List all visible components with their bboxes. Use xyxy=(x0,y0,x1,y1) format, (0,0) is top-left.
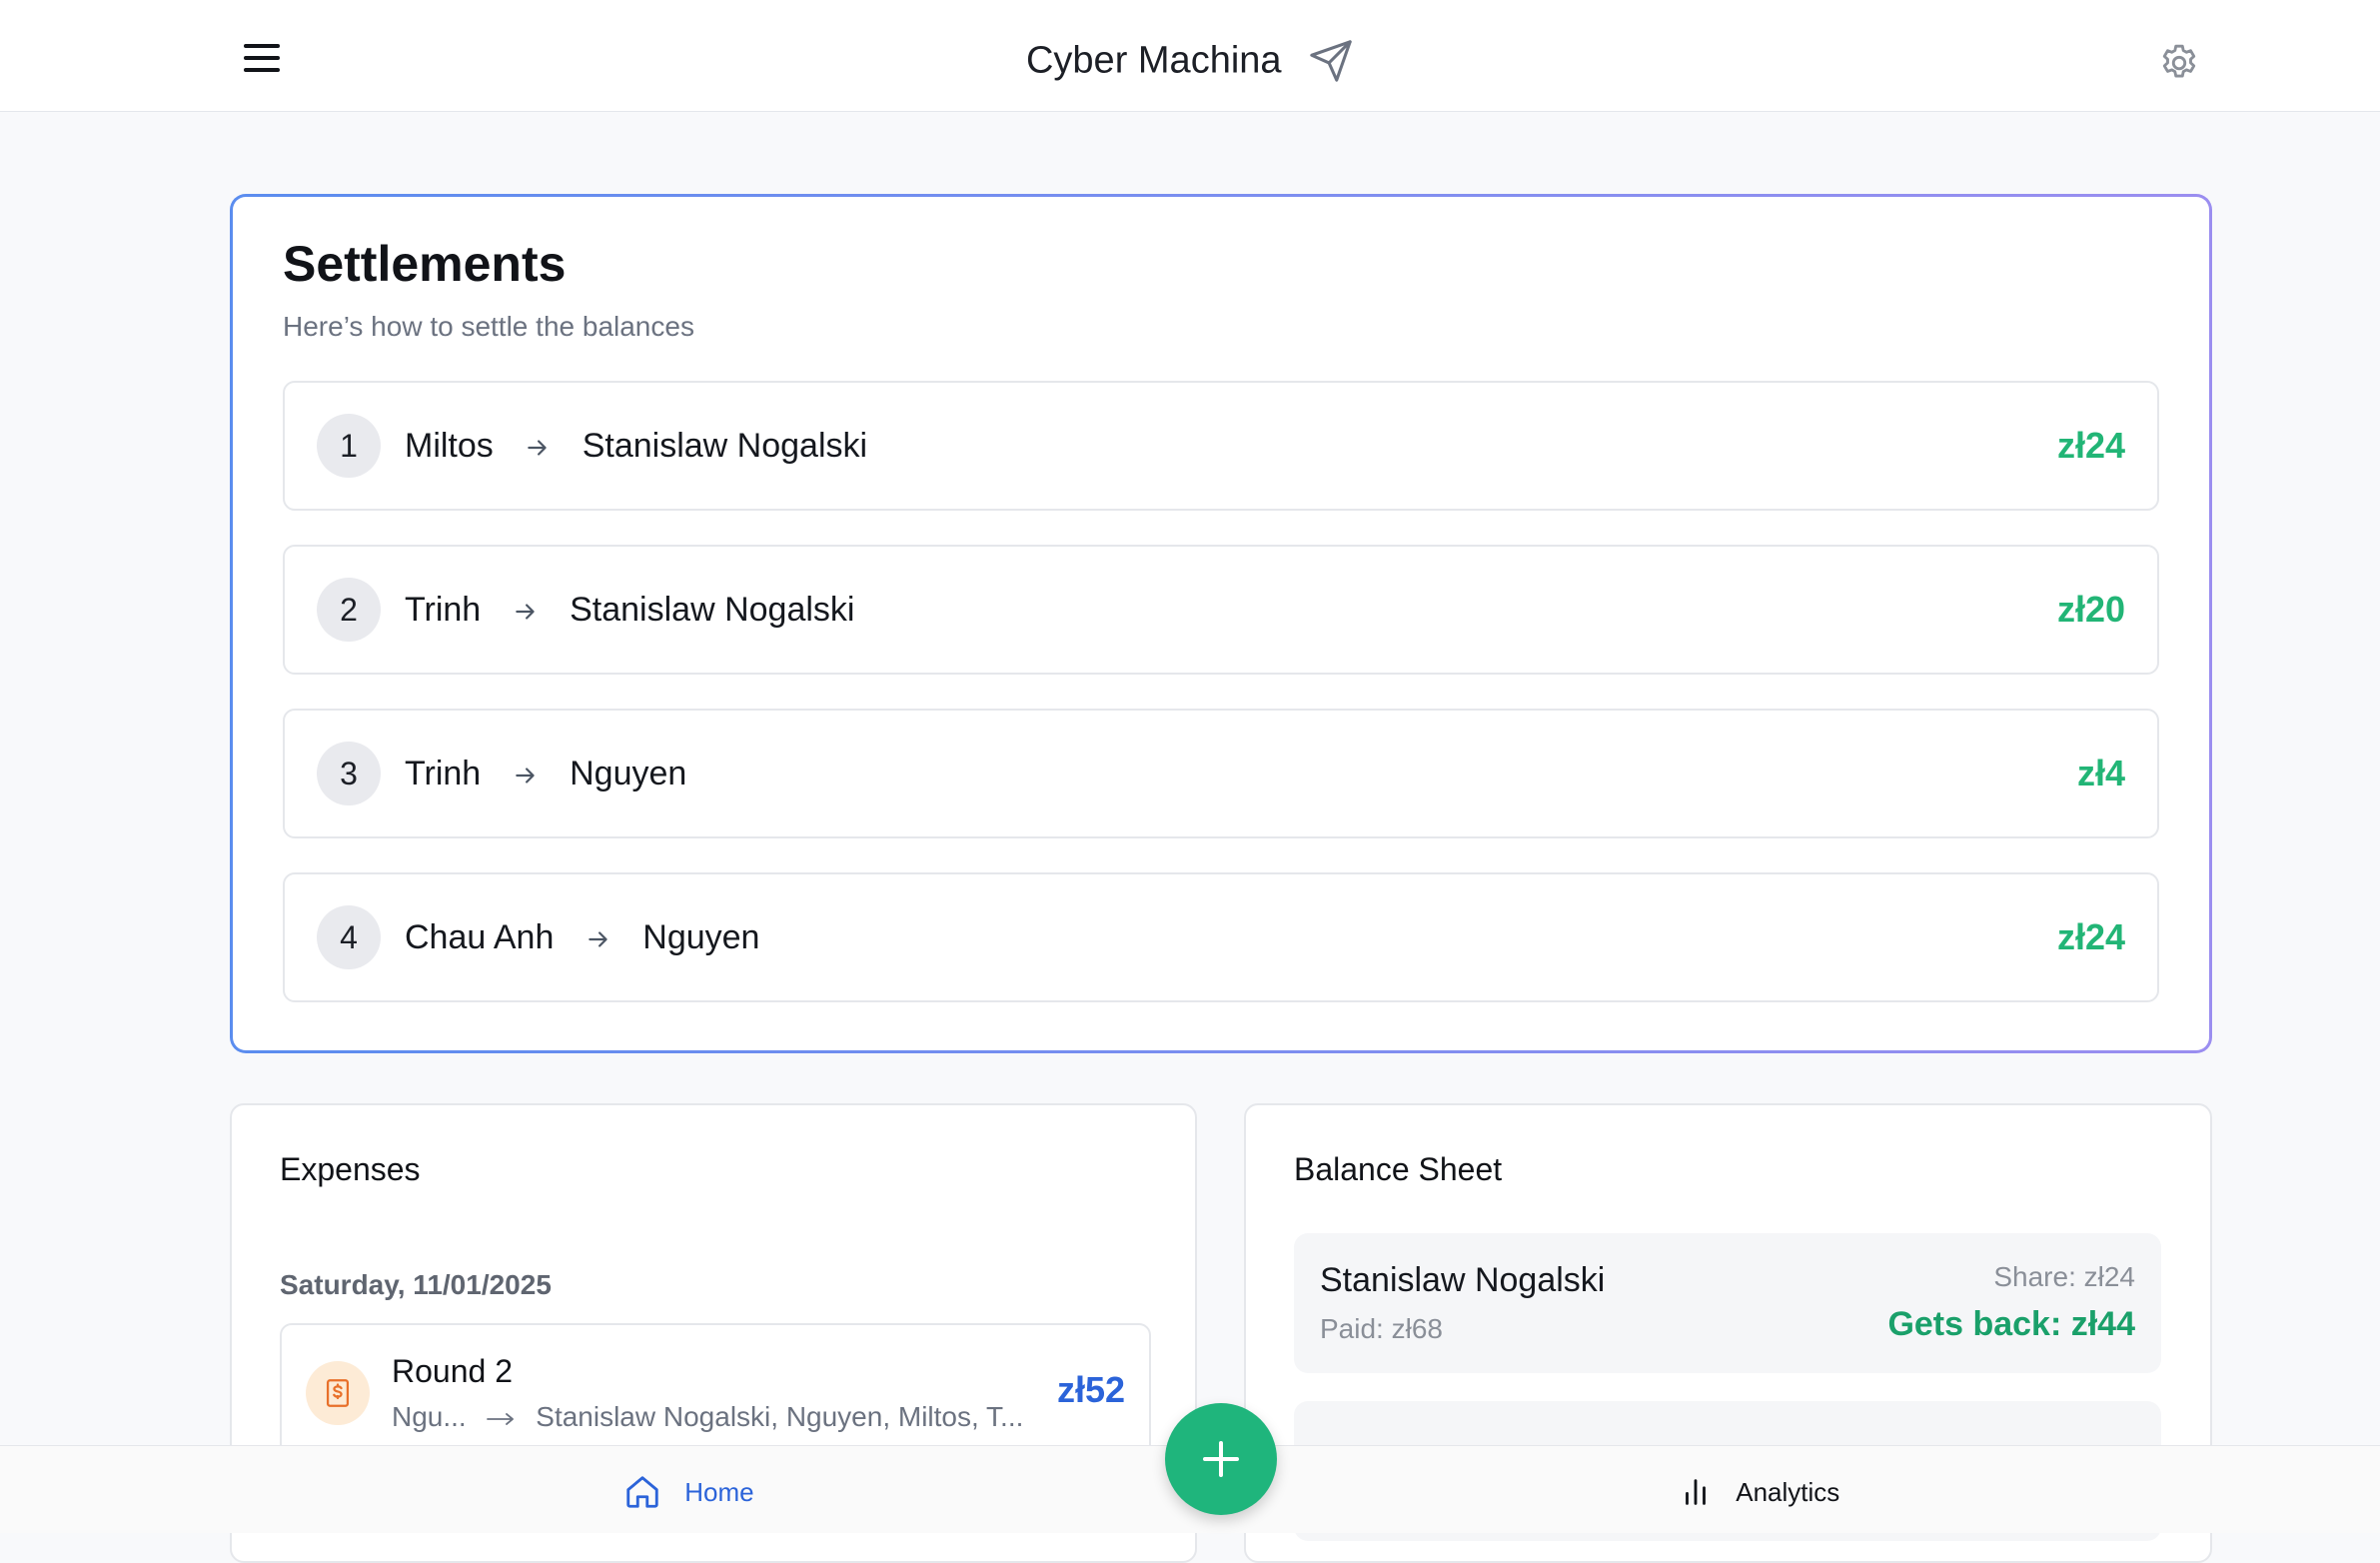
settlement-to: Nguyen xyxy=(570,755,687,792)
long-arrow-right-icon xyxy=(487,1412,515,1425)
settlement-parties: Trinh Nguyen xyxy=(405,711,686,836)
settlement-index: 1 xyxy=(317,414,381,478)
expenses-title: Expenses xyxy=(280,1151,421,1187)
arrow-right-icon xyxy=(589,931,607,947)
settlement-from: Trinh xyxy=(405,755,482,792)
settlement-row[interactable]: 2 Trinh Stanislaw Nogalski zł20 xyxy=(283,545,2159,675)
settlement-parties: Chau Anh Nguyen xyxy=(405,874,759,1000)
arrow-right-icon xyxy=(515,604,535,620)
settlement-to: Stanislaw Nogalski xyxy=(570,591,855,629)
settlements-card-body: Settlements Here’s how to settle the bal… xyxy=(233,197,2209,1050)
balance-person-name: Stanislaw Nogalski xyxy=(1320,1261,1606,1299)
expense-title: Round 2 xyxy=(392,1353,513,1389)
settlement-to: Stanislaw Nogalski xyxy=(582,427,868,465)
settlement-index: 4 xyxy=(317,905,381,969)
settlement-amount: zł24 xyxy=(2056,916,2125,957)
bar-chart-icon xyxy=(1686,1479,1706,1505)
settlements-subtitle: Here’s how to settle the balances xyxy=(283,311,694,342)
receipt-dollar-icon xyxy=(326,1379,350,1407)
settlement-from: Miltos xyxy=(405,427,494,465)
nav-home-label: Home xyxy=(684,1477,754,1508)
settlement-index: 2 xyxy=(317,578,381,642)
settlement-amount: zł4 xyxy=(2076,753,2125,793)
settlement-from: Trinh xyxy=(405,591,482,629)
settings-button[interactable] xyxy=(2156,40,2202,86)
settlements-title: Settlements xyxy=(283,236,567,292)
expense-icon-badge xyxy=(306,1361,370,1425)
balance-share: Share: zł24 xyxy=(1993,1261,2135,1292)
expense-amount: zł52 xyxy=(1056,1369,1125,1410)
expense-participants: Ngu... Stanislaw Nogalski, Nguyen, Milto… xyxy=(392,1401,1023,1433)
settlement-parties: Trinh Stanislaw Nogalski xyxy=(405,547,854,673)
settlement-index: 3 xyxy=(317,742,381,805)
settlement-amount: zł20 xyxy=(2056,589,2125,630)
arrow-right-icon xyxy=(528,440,547,456)
plus-icon xyxy=(1203,1441,1239,1477)
settlement-to: Nguyen xyxy=(642,918,760,956)
settlement-row[interactable]: 1 Miltos Stanislaw Nogalski zł24 xyxy=(283,381,2159,511)
expense-date-header: Saturday, 11/01/2025 xyxy=(280,1269,552,1300)
settlement-row[interactable]: 4 Chau Anh Nguyen zł24 xyxy=(283,872,2159,1002)
balance-item[interactable]: Stanislaw Nogalski Paid: zł68 Share: zł2… xyxy=(1294,1233,2161,1373)
settlement-from: Chau Anh xyxy=(405,918,555,956)
app-title: Cyber Machina xyxy=(1025,39,1282,82)
balance-paid: Paid: zł68 xyxy=(1320,1313,1443,1344)
app-title-group: Cyber Machina xyxy=(0,38,2380,84)
nav-home[interactable]: Home xyxy=(623,1446,754,1534)
home-icon xyxy=(626,1476,658,1508)
expense-split-with: Stanislaw Nogalski, Nguyen, Miltos, T... xyxy=(536,1401,1024,1432)
balance-gets-back: Gets back: zł44 xyxy=(1887,1305,2135,1343)
arrow-right-icon xyxy=(515,768,535,783)
nav-analytics[interactable]: Analytics xyxy=(1679,1446,1839,1534)
settlements-card: Settlements Here’s how to settle the bal… xyxy=(230,194,2212,1053)
expense-payer: Ngu... xyxy=(392,1401,467,1432)
nav-analytics-label: Analytics xyxy=(1736,1477,1840,1508)
paper-plane-icon xyxy=(1310,40,1352,82)
add-expense-button[interactable] xyxy=(1165,1403,1277,1515)
balance-sheet-title: Balance Sheet xyxy=(1294,1151,1503,1187)
settlement-amount: zł24 xyxy=(2056,425,2125,466)
settlement-parties: Miltos Stanislaw Nogalski xyxy=(405,383,867,509)
gear-icon xyxy=(2162,44,2196,78)
settlement-row[interactable]: 3 Trinh Nguyen zł4 xyxy=(283,709,2159,838)
app-header: Cyber Machina xyxy=(0,0,2380,112)
